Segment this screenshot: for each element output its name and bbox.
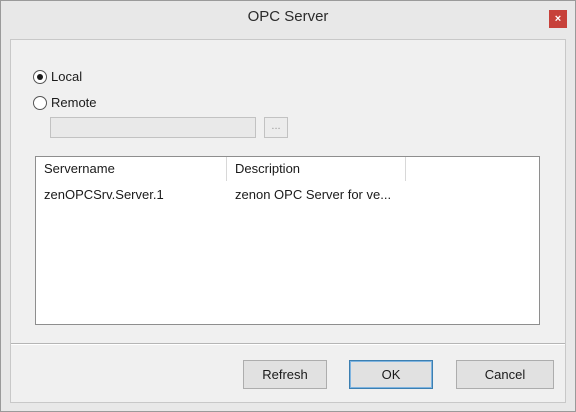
window-title: OPC Server xyxy=(247,8,329,25)
server-description-cell: zenon OPC Server for ve... xyxy=(235,187,392,202)
dialog-client-area: Local Remote ... Servername Description … xyxy=(10,39,566,403)
title-bar[interactable]: OPC Server × xyxy=(1,1,575,33)
local-radio-button[interactable] xyxy=(33,70,47,84)
remote-radio-option[interactable]: Remote xyxy=(33,95,97,111)
refresh-button[interactable]: Refresh xyxy=(243,360,327,389)
server-name-cell: zenOPCSrv.Server.1 xyxy=(44,187,164,202)
server-list[interactable]: Servername Description zenOPCSrv.Server.… xyxy=(35,156,540,325)
remote-host-input[interactable] xyxy=(50,117,256,138)
ok-button[interactable]: OK xyxy=(349,360,433,389)
column-header-description[interactable]: Description xyxy=(227,157,406,181)
remote-radio-label: Remote xyxy=(51,95,97,110)
column-header-empty xyxy=(406,157,539,181)
local-radio-option[interactable]: Local xyxy=(33,69,82,85)
close-button[interactable]: × xyxy=(549,10,567,28)
remote-radio-button[interactable] xyxy=(33,96,47,110)
column-header-servername[interactable]: Servername xyxy=(36,157,227,181)
server-list-row[interactable]: zenOPCSrv.Server.1 zenon OPC Server for … xyxy=(36,185,539,205)
opc-server-dialog: OPC Server × Local Remote ... Servername… xyxy=(0,0,576,412)
browse-button[interactable]: ... xyxy=(264,117,288,138)
footer-separator xyxy=(11,343,565,345)
local-radio-label: Local xyxy=(51,69,83,84)
cancel-button[interactable]: Cancel xyxy=(456,360,554,389)
server-list-header: Servername Description xyxy=(36,157,539,181)
